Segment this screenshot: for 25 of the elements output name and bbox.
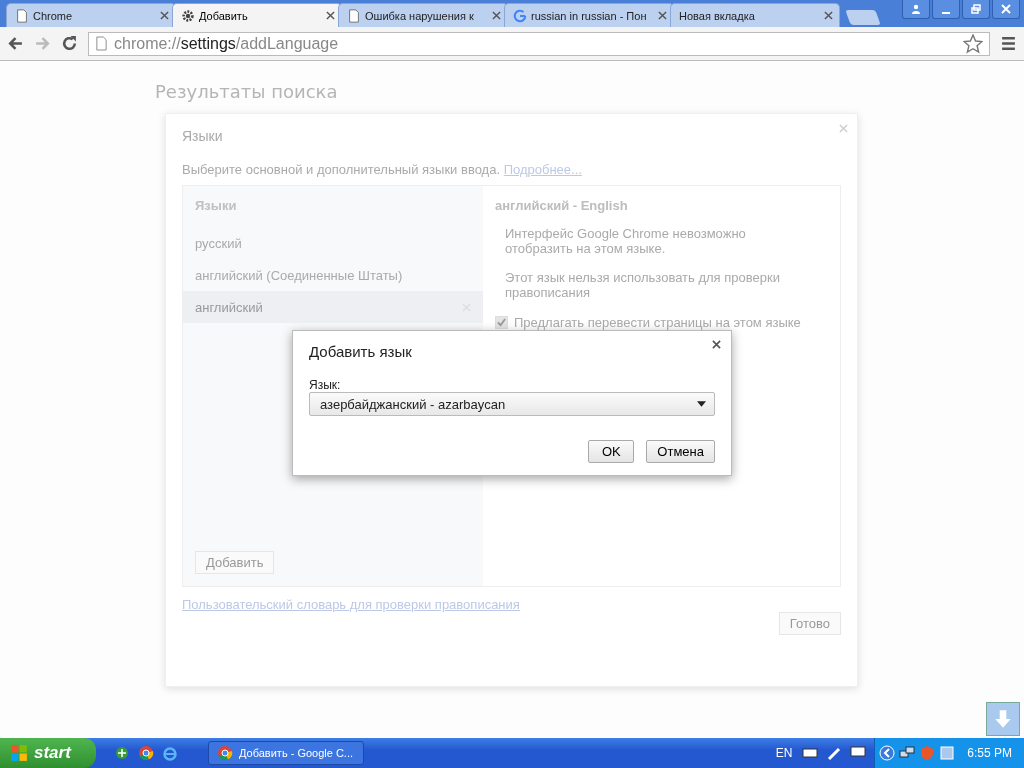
dialog-title: Языки bbox=[182, 128, 224, 144]
tab-title: Добавить bbox=[199, 9, 249, 22]
checkbox-label: Предлагать перевести страницы на этом языке bbox=[514, 314, 801, 330]
dialog-title: Добавить язык bbox=[309, 343, 413, 360]
cancel-button[interactable]: Отмена bbox=[646, 440, 715, 463]
tab-title: Chrome bbox=[33, 9, 74, 22]
list-header: Языки bbox=[194, 197, 238, 215]
page-heading: Результаты поиска bbox=[155, 81, 338, 102]
language-dropdown[interactable]: азербайджанский - azarbaycan bbox=[309, 392, 715, 416]
address-bar[interactable]: chrome://settings/addLanguage bbox=[88, 31, 990, 56]
clock: 6:55 PM bbox=[967, 746, 1012, 760]
tab-title: russian in russian - Пон bbox=[531, 9, 648, 22]
browser-tab[interactable]: Новая вкладка bbox=[670, 3, 840, 27]
url-text: chrome://settings/addLanguage bbox=[114, 34, 340, 53]
start-button[interactable]: start bbox=[0, 738, 96, 768]
language-title: английский - English bbox=[495, 198, 629, 213]
ok-button[interactable]: OK bbox=[588, 440, 635, 463]
note-text: Этот язык нельзя использовать для проверки правописания bbox=[504, 270, 781, 301]
tab-title: Новая вкладка bbox=[679, 9, 756, 22]
taskbar-button[interactable]: Добавить - Google C... bbox=[208, 741, 364, 765]
tab-title: Ошибка нарушения к bbox=[365, 9, 475, 22]
field-label: Язык: bbox=[309, 378, 342, 392]
intro-text: Выберите основной и дополнительный языки ввода. bbox=[182, 162, 501, 177]
language-indicator[interactable]: EN bbox=[775, 746, 793, 760]
note-text: Интерфейс Google Chrome невозможно отобразить на этом языке. bbox=[504, 227, 747, 257]
